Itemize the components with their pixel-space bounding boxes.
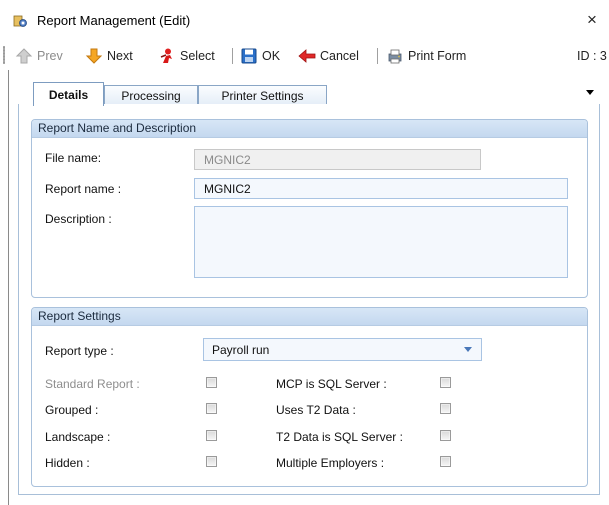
close-button[interactable]: × (580, 8, 604, 32)
description-label: Description : (45, 212, 112, 226)
toolbar-grip[interactable] (3, 46, 5, 64)
standard-report-checkbox[interactable] (206, 377, 217, 388)
select-label: Select (180, 49, 215, 63)
grouped-checkbox[interactable] (206, 403, 217, 414)
print-form-button[interactable]: Print Form (386, 45, 466, 67)
file-name-field: MGNIC2 (194, 149, 481, 170)
t2-data-sql-server-checkbox[interactable] (440, 430, 451, 441)
up-arrow-icon (15, 48, 33, 64)
chevron-down-icon[interactable] (464, 347, 472, 352)
close-icon: × (587, 10, 597, 29)
ok-label: OK (262, 49, 281, 63)
tab-details[interactable]: Details (33, 82, 104, 106)
hidden-label: Hidden : (45, 456, 90, 470)
cancel-button[interactable]: Cancel (298, 45, 359, 67)
hidden-checkbox[interactable] (206, 456, 217, 467)
t2-data-sql-server-label: T2 Data is SQL Server : (276, 430, 403, 444)
report-settings-header: Report Settings (32, 308, 587, 326)
tab-dropdown-arrow-icon[interactable] (586, 90, 594, 95)
uses-t2-data-checkbox[interactable] (440, 403, 451, 414)
prev-label: Prev (37, 49, 63, 63)
multiple-employers-checkbox[interactable] (440, 456, 451, 467)
ok-button[interactable]: OK (240, 45, 280, 67)
toolbar-separator (232, 48, 233, 64)
tab-processing[interactable]: Processing (104, 85, 198, 105)
select-person-icon (160, 48, 172, 63)
window-title: Report Management (Edit) (37, 13, 191, 28)
save-disk-icon (241, 48, 257, 64)
record-id: ID : 3 (577, 49, 607, 63)
report-type-label: Report type : (45, 344, 114, 358)
report-name-label: Report name : (45, 182, 122, 196)
next-label: Next (107, 49, 133, 63)
multiple-employers-label: Multiple Employers : (276, 456, 385, 470)
mcp-sql-server-label: MCP is SQL Server : (276, 377, 387, 391)
report-type-value: Payroll run (212, 343, 270, 357)
down-arrow-icon (85, 48, 103, 64)
grouped-label: Grouped : (45, 403, 99, 417)
uses-t2-data-label: Uses T2 Data : (276, 403, 356, 417)
report-name-field[interactable]: MGNIC2 (194, 178, 568, 199)
file-name-label: File name: (45, 151, 102, 165)
prev-button[interactable]: Prev (15, 45, 63, 67)
select-button[interactable]: Select (158, 45, 215, 67)
cancel-label: Cancel (320, 49, 359, 63)
print-form-icon (388, 49, 402, 64)
landscape-label: Landscape : (45, 430, 111, 444)
back-arrow-icon (298, 49, 316, 63)
app-icon (13, 15, 27, 27)
window-left-border (8, 70, 9, 505)
landscape-checkbox[interactable] (206, 430, 217, 441)
next-button[interactable]: Next (85, 45, 133, 67)
name-description-header: Report Name and Description (32, 120, 587, 138)
toolbar-separator (377, 48, 378, 64)
print-form-label: Print Form (408, 49, 467, 63)
description-field[interactable] (194, 206, 568, 278)
mcp-sql-server-checkbox[interactable] (440, 377, 451, 388)
standard-report-label: Standard Report : (45, 377, 140, 391)
report-type-combo[interactable]: Payroll run (203, 338, 482, 361)
tab-printer-settings[interactable]: Printer Settings (198, 85, 327, 105)
